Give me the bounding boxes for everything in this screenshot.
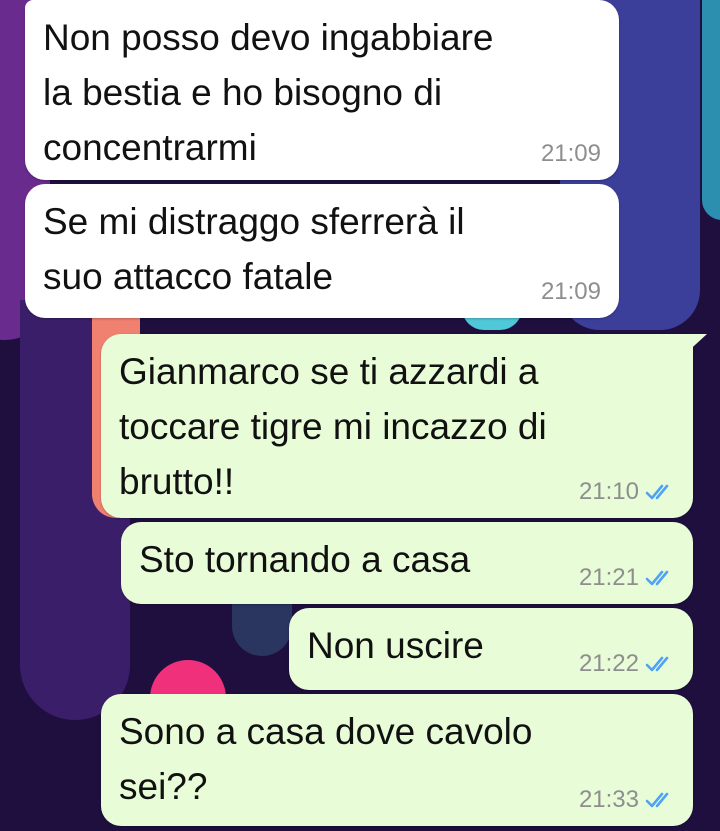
message-time: 21:22 — [578, 650, 639, 677]
bubble-tail — [683, 334, 707, 356]
message-meta: 21:33 — [579, 786, 675, 814]
double-check-read-icon — [645, 484, 669, 500]
message-time: 21:09 — [540, 278, 601, 305]
message-time: 21:33 — [578, 786, 639, 813]
double-check-read-icon — [645, 792, 669, 808]
message-meta: 21:10 — [579, 478, 675, 506]
chat-message-list[interactable]: Non posso devo ingabbiare la bestia e ho… — [0, 0, 720, 831]
message-text: Se mi distraggo sferrerà il suo attacco … — [43, 201, 465, 297]
message-time: 21:21 — [578, 564, 639, 591]
double-check-read-icon — [645, 570, 669, 586]
message-time: 21:09 — [540, 140, 601, 167]
message-bubble-outgoing[interactable]: Non uscire 21:22 — [289, 608, 693, 690]
message-bubble-outgoing[interactable]: Sono a casa dove cavolo sei?? 21:33 — [101, 694, 693, 826]
message-bubble-outgoing[interactable]: Sto tornando a casa 21:21 — [121, 522, 693, 604]
message-text: Non posso devo ingabbiare la bestia e ho… — [43, 17, 494, 168]
message-bubble-outgoing[interactable]: Gianmarco se ti azzardi a toccare tigre … — [101, 334, 707, 518]
message-meta: 21:21 — [579, 564, 675, 592]
message-bubble-incoming[interactable]: Se mi distraggo sferrerà il suo attacco … — [25, 184, 619, 318]
message-meta: 21:09 — [541, 140, 601, 168]
message-meta: 21:22 — [579, 650, 675, 678]
message-bubble-incoming[interactable]: Non posso devo ingabbiare la bestia e ho… — [25, 0, 619, 180]
message-meta: 21:09 — [541, 278, 601, 306]
double-check-read-icon — [645, 656, 669, 672]
message-time: 21:10 — [578, 478, 639, 505]
